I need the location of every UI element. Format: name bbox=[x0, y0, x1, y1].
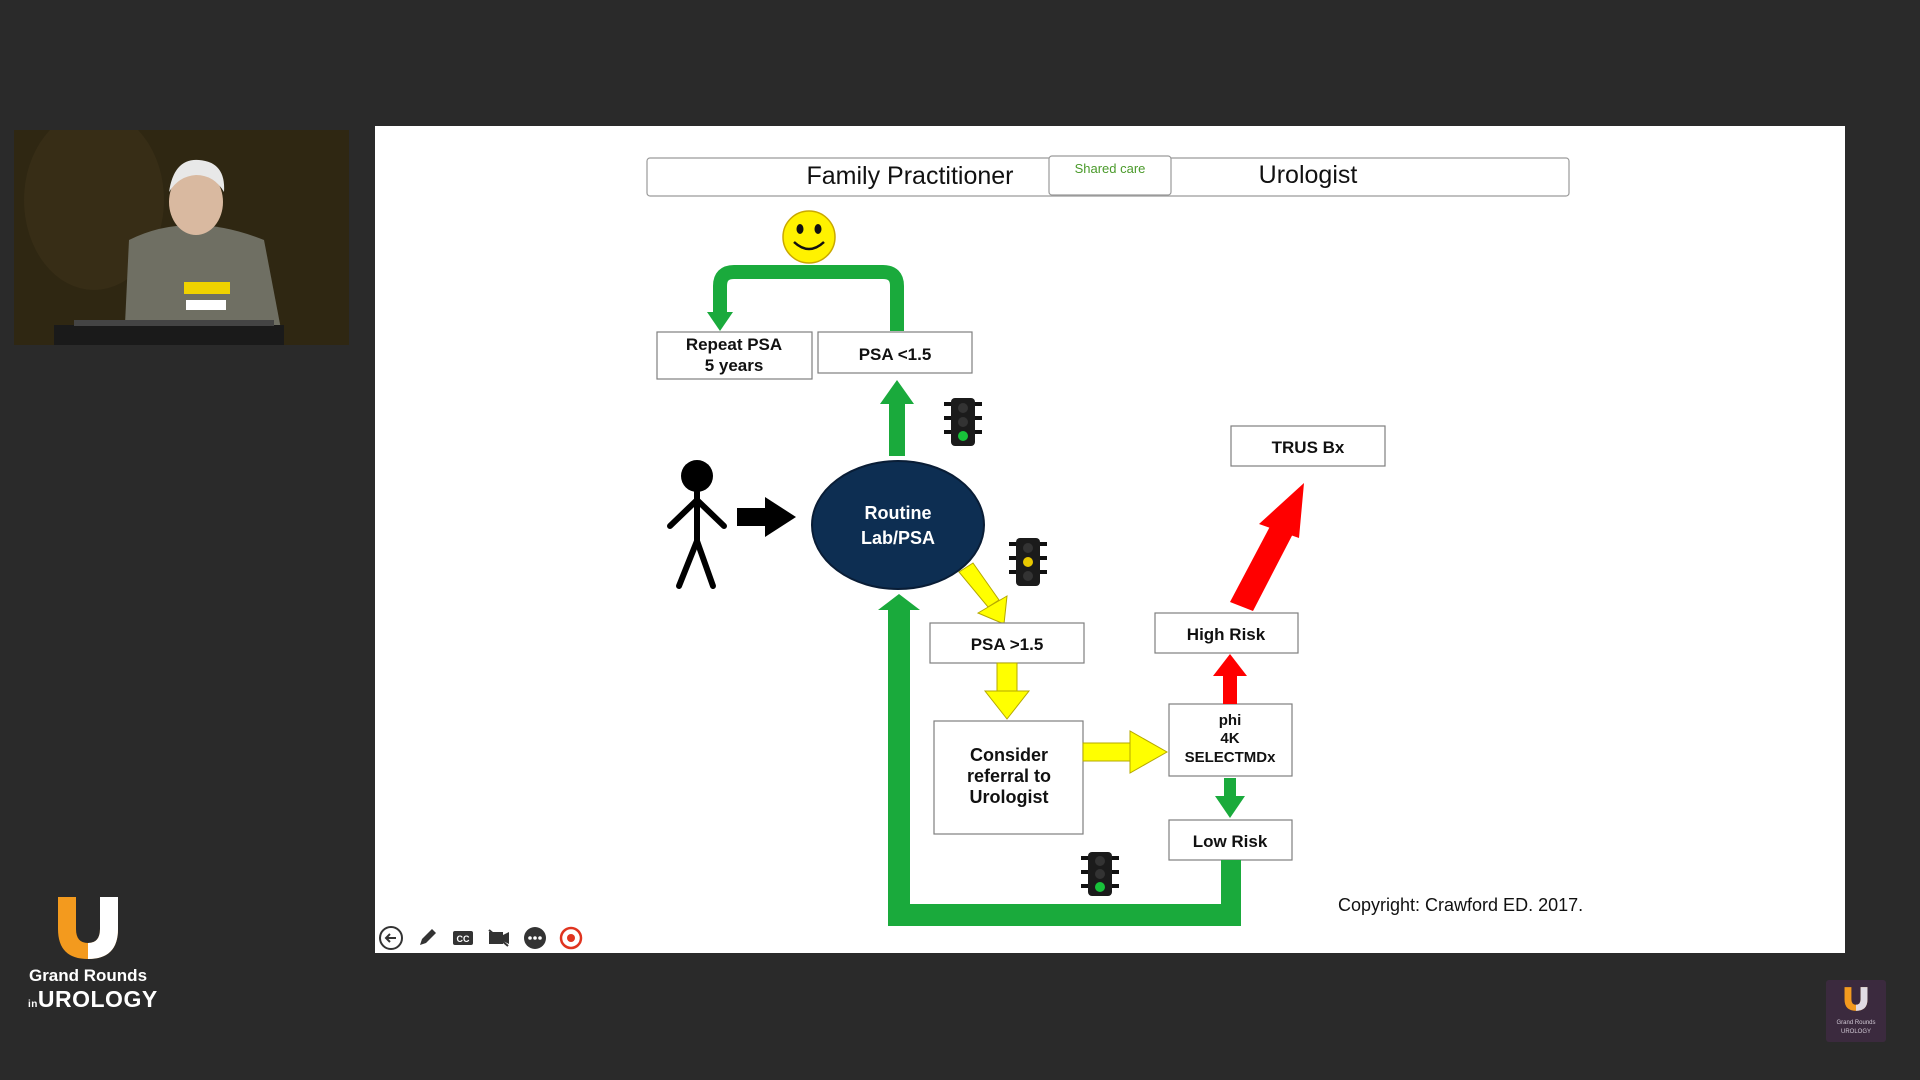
lab-psa-label: Lab/PSA bbox=[861, 528, 935, 548]
trus-bx-label: TRUS Bx bbox=[1272, 438, 1345, 457]
4k-label: 4K bbox=[1220, 730, 1239, 747]
watermark-line2: UROLOGY bbox=[1840, 1029, 1871, 1035]
pen-icon[interactable] bbox=[414, 925, 440, 951]
green-loop-arrow bbox=[713, 265, 904, 331]
u-logo-icon bbox=[58, 897, 118, 959]
speaker-figure bbox=[14, 130, 349, 345]
traffic-light-yellow-icon bbox=[1009, 538, 1047, 586]
back-arrow-icon[interactable] bbox=[378, 925, 404, 951]
watermark-u-icon bbox=[1844, 987, 1868, 1011]
urologist-label: Urologist bbox=[970, 787, 1049, 807]
traffic-light-green-icon bbox=[944, 398, 982, 446]
yellow-down-arrow bbox=[983, 662, 1031, 720]
brand-line2: UROLOGY bbox=[37, 986, 158, 1012]
brand-logo: Grand Rounds inUROLOGY bbox=[28, 895, 157, 1013]
person-icon bbox=[667, 460, 727, 589]
pointer-icon[interactable] bbox=[558, 925, 584, 951]
routine-label: Routine bbox=[865, 503, 932, 523]
psa-low-label: PSA <1.5 bbox=[859, 345, 932, 364]
header-shared-care: Shared care bbox=[1075, 161, 1146, 176]
repeat-psa-label: Repeat PSA bbox=[686, 335, 782, 354]
high-risk-label: High Risk bbox=[1187, 625, 1266, 644]
brand-line1: Grand Rounds bbox=[28, 966, 148, 985]
watermark-line1: Grand Rounds bbox=[1836, 1020, 1876, 1026]
routine-lab-psa-node bbox=[811, 460, 985, 590]
closed-captions-icon[interactable]: CC bbox=[450, 925, 476, 951]
flowchart: Family Practitioner Shared care Urologis… bbox=[646, 155, 1583, 926]
black-right-arrow bbox=[737, 497, 796, 537]
referral-label: referral to bbox=[967, 766, 1051, 786]
header-family-practitioner: Family Practitioner bbox=[807, 162, 1014, 190]
phi-label: phi bbox=[1219, 712, 1242, 729]
green-up-arrow bbox=[889, 402, 905, 456]
yellow-diagonal-arrow bbox=[958, 562, 1008, 625]
watermark-logo: Grand Rounds UROLOGY bbox=[1826, 980, 1886, 1042]
more-options-icon[interactable] bbox=[522, 925, 548, 951]
header-urologist: Urologist bbox=[1259, 161, 1358, 189]
selectmdx-label: SELECTMDx bbox=[1185, 749, 1277, 766]
speaker-video bbox=[14, 130, 349, 345]
brand-prefix: in bbox=[28, 999, 38, 1010]
green-down-arrow bbox=[1215, 778, 1245, 818]
repeat-psa-years: 5 years bbox=[705, 356, 764, 375]
psa-high-label: PSA >1.5 bbox=[971, 635, 1044, 654]
svg-text:CC: CC bbox=[457, 934, 470, 944]
copyright-text: Copyright: Crawford ED. 2017. bbox=[1338, 895, 1583, 915]
traffic-light-green-icon-bottom bbox=[1081, 852, 1119, 896]
presentation-slide: Family Practitioner Shared care Urologis… bbox=[375, 126, 1845, 953]
smiley-icon bbox=[782, 210, 836, 264]
consider-label: Consider bbox=[970, 745, 1048, 765]
slide-toolbar: CC bbox=[378, 925, 584, 951]
red-up-arrow bbox=[1213, 654, 1247, 704]
yellow-right-arrow bbox=[1082, 730, 1169, 774]
video-icon[interactable] bbox=[486, 925, 512, 951]
low-risk-label: Low Risk bbox=[1193, 832, 1268, 851]
